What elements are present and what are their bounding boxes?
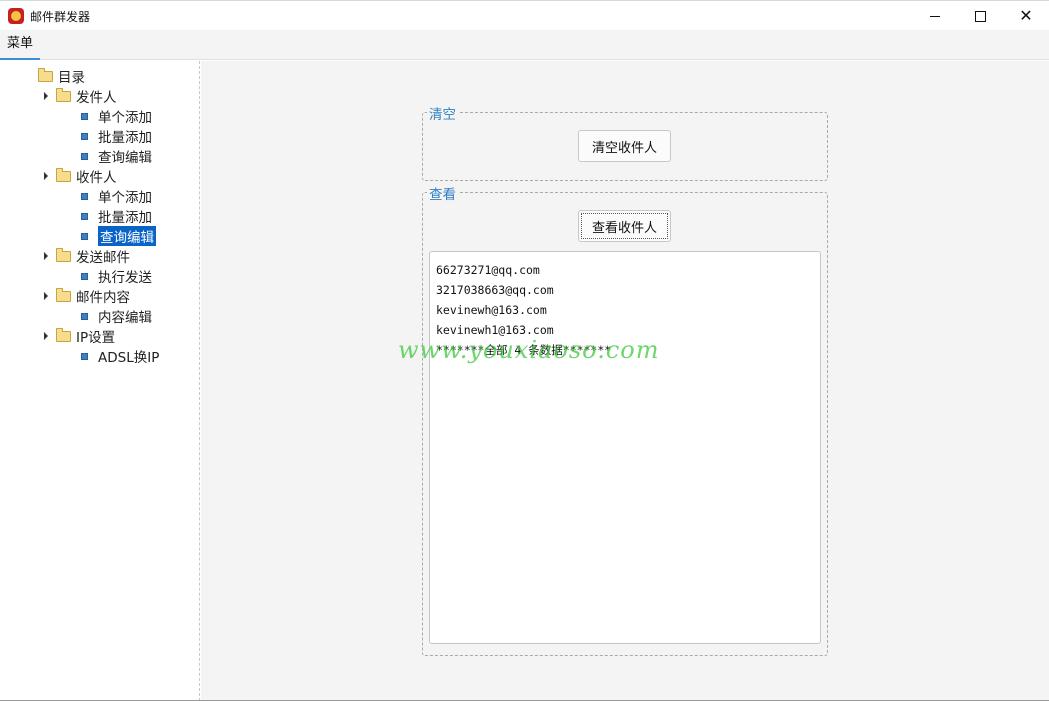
tree-item-label: 批量添加 [98,210,152,226]
tree-item-label: 查询编辑 [98,150,152,166]
tree-group-label: 发件人 [76,90,117,106]
menu-bar: 菜单 [0,30,1049,60]
tree-item-content-edit[interactable]: 内容编辑 [81,306,152,326]
leaf-node-icon [81,152,88,160]
folder-icon [56,247,71,262]
navigation-tree: 目录 发件人 单个添加 批量添加 查询编辑 收件人 单个添加 批量添加 查询编辑 [0,61,200,701]
expand-arrow-icon[interactable] [44,172,48,180]
tree-root[interactable]: 目录 [38,66,85,86]
minimize-button[interactable] [912,1,958,31]
expand-arrow-icon[interactable] [44,252,48,260]
leaf-node-icon [81,132,88,140]
window-title: 邮件群发器 [30,10,91,24]
tree-item-label: 批量添加 [98,130,152,146]
tree-item-adsl-change-ip[interactable]: ADSL换IP [81,346,159,366]
folder-icon [56,87,71,102]
tree-group-label: IP设置 [76,330,116,346]
expand-arrow-icon[interactable] [44,92,48,100]
tree-item-label: 单个添加 [98,190,152,206]
main-panel: 清空 清空收件人 查看 查看收件人 66273271@qq.com 321703… [201,61,1049,701]
expand-arrow-icon[interactable] [44,292,48,300]
folder-icon [56,167,71,182]
tree-item-label: 执行发送 [98,270,152,286]
tree-group-label: 收件人 [76,170,117,186]
tree-item-recipient-query-edit[interactable]: 查询编辑 [81,226,156,246]
tree-group-mail-content[interactable]: 邮件内容 [44,286,130,306]
tree-item-label-selected: 查询编辑 [98,226,156,246]
maximize-icon [974,10,986,22]
clear-group: 清空 清空收件人 [422,103,828,181]
title-bar: 邮件群发器 ✕ [0,0,1049,30]
tree-item-label: 单个添加 [98,110,152,126]
close-button[interactable]: ✕ [1003,1,1049,31]
tree-item-recipient-batch-add[interactable]: 批量添加 [81,206,152,226]
maximize-button[interactable] [957,1,1003,31]
folder-icon [38,67,53,82]
tree-item-recipient-single-add[interactable]: 单个添加 [81,186,152,206]
tree-group-send-mail[interactable]: 发送邮件 [44,246,130,266]
menu-tab[interactable]: 菜单 [0,30,41,60]
result-line: 66273271@qq.com [436,263,540,277]
tree-root-label: 目录 [58,70,85,86]
leaf-node-icon [81,212,88,220]
result-line: 3217038663@qq.com [436,283,554,297]
tree-group-label: 邮件内容 [76,290,130,306]
expand-arrow-icon[interactable] [44,332,48,340]
leaf-node-icon [81,232,88,240]
tree-group-ip-settings[interactable]: IP设置 [44,326,115,346]
clear-group-title: 清空 [427,103,458,123]
minimize-icon [930,15,940,17]
result-line: kevinewh1@163.com [436,323,554,337]
view-group-title: 查看 [427,183,458,203]
close-icon: ✕ [1019,6,1033,25]
tree-group-sender[interactable]: 发件人 [44,86,117,106]
leaf-node-icon [81,352,88,360]
tree-item-label: 内容编辑 [98,310,152,326]
tree-group-recipient[interactable]: 收件人 [44,166,117,186]
leaf-node-icon [81,312,88,320]
leaf-node-icon [81,112,88,120]
tree-item-label: ADSL换IP [98,350,160,366]
result-summary-line: *******全部 4 条数据******* [436,343,612,357]
folder-icon [56,287,71,302]
tree-item-sender-batch-add[interactable]: 批量添加 [81,126,152,146]
tree-item-sender-query-edit[interactable]: 查询编辑 [81,146,152,166]
tree-item-execute-send[interactable]: 执行发送 [81,266,152,286]
tree-item-sender-single-add[interactable]: 单个添加 [81,106,152,126]
view-group: 查看 查看收件人 66273271@qq.com 3217038663@qq.c… [422,183,828,656]
leaf-node-icon [81,192,88,200]
result-line: kevinewh@163.com [436,303,547,317]
view-recipients-button[interactable]: 查看收件人 [578,210,671,242]
app-logo-icon [8,8,24,24]
leaf-node-icon [81,272,88,280]
recipient-result-textarea[interactable]: 66273271@qq.com 3217038663@qq.com kevine… [429,251,821,644]
folder-icon [56,327,71,342]
clear-recipients-button[interactable]: 清空收件人 [578,130,671,162]
tree-group-label: 发送邮件 [76,250,130,266]
